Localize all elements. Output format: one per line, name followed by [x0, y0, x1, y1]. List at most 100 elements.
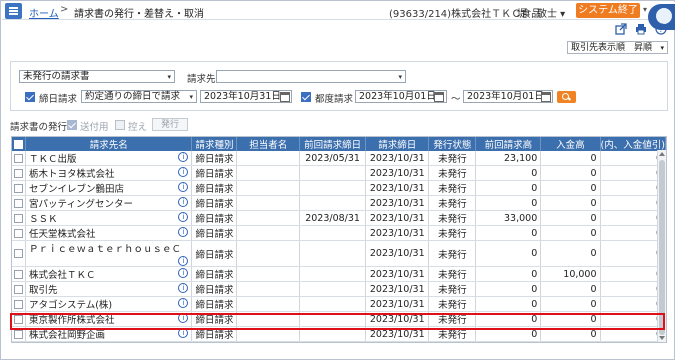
search-button[interactable]	[557, 91, 576, 103]
table-row[interactable]: ＴＫＣ物流株式会社i締日請求2023/10/31未発行000	[12, 341, 666, 342]
system-exit-button[interactable]: システム終了	[576, 3, 640, 18]
row-checkbox[interactable]	[14, 213, 23, 223]
row-checkbox-cell[interactable]	[12, 296, 26, 312]
table-row[interactable]: 任天堂株式会社i締日請求2023/10/31未発行000	[12, 225, 666, 241]
row-checkbox-cell[interactable]	[12, 195, 26, 211]
info-icon[interactable]: i	[178, 227, 189, 237]
sort-order-select[interactable]: 取引先表示順 昇順 ▾	[567, 41, 668, 54]
calendar-icon[interactable]	[434, 92, 444, 102]
column-header-staff[interactable]: 担当者名	[236, 137, 300, 151]
table-row[interactable]: セブンイレブン鶴田店i締日請求2023/10/31未発行000	[12, 180, 666, 196]
row-checkbox-cell[interactable]	[12, 165, 26, 181]
table-row[interactable]: アタゴシステム(株)i締日請求2023/10/31未発行000	[12, 296, 666, 312]
row-checkbox[interactable]	[14, 228, 23, 238]
column-header-type[interactable]: 請求種別	[191, 137, 238, 151]
table-row[interactable]: ＳＳＫ i 締日請求 2023/08/31 2023/10/31 未発行 33,000 00	[12, 210, 666, 226]
info-icon[interactable]: i	[178, 197, 189, 207]
closing-mode-select[interactable]: 約定通りの締日で請求 ▾	[81, 90, 197, 103]
info-icon[interactable]: i	[178, 283, 189, 293]
info-icon[interactable]: i	[178, 212, 189, 222]
row-checkbox-cell[interactable]	[12, 240, 26, 267]
row-checkbox[interactable]	[14, 269, 23, 279]
row-checkbox-cell[interactable]	[12, 180, 26, 196]
closing-billing-checkbox[interactable]	[25, 92, 35, 102]
column-header-close[interactable]: 請求締日	[365, 137, 430, 151]
row-checkbox[interactable]	[14, 168, 23, 178]
copy-checkbox[interactable]	[115, 120, 125, 130]
select-all-header[interactable]	[12, 137, 26, 151]
info-icon[interactable]: i	[178, 328, 189, 338]
row-checkbox[interactable]	[14, 284, 23, 294]
row-checkbox[interactable]	[14, 329, 23, 339]
cell-customer-name-text: アタゴシステム(株)	[29, 300, 113, 311]
cell-billing-type: 締日請求	[191, 165, 238, 181]
cell-discount: 0	[600, 210, 666, 226]
row-checkbox[interactable]	[14, 249, 23, 258]
table-row[interactable]: 株式会社岡野企画i締日請求2023/10/31未発行000	[12, 326, 666, 342]
info-icon[interactable]: i	[178, 152, 189, 162]
info-icon[interactable]: i	[178, 256, 189, 266]
cell-issue-status-text: 未発行	[438, 199, 467, 210]
each-billing-checkbox[interactable]	[301, 92, 311, 102]
status-filter-select[interactable]: 未発行の請求書 ▾	[19, 70, 175, 83]
info-icon[interactable]: i	[178, 313, 189, 323]
column-header-prev-amount[interactable]: 前回請求高	[475, 137, 542, 151]
calendar-icon[interactable]	[541, 92, 551, 102]
row-checkbox-cell[interactable]	[12, 326, 26, 342]
closing-date-value: 2023年10月31日	[204, 91, 281, 102]
calendar-icon[interactable]	[280, 92, 290, 102]
column-header-discount[interactable]: (内、入金値引)	[600, 137, 666, 151]
breadcrumb-home-link[interactable]: ホーム	[29, 5, 59, 20]
table-row[interactable]: 宮パッティングセンターi締日請求2023/10/31未発行000	[12, 195, 666, 211]
help-icon[interactable]: ?	[655, 23, 667, 35]
row-checkbox[interactable]	[14, 314, 23, 324]
column-header-status[interactable]: 発行状態	[428, 137, 477, 151]
row-checkbox-cell[interactable]	[12, 225, 26, 241]
issue-button[interactable]: 発行	[152, 118, 188, 131]
table-row[interactable]: 取引先i締日請求2023/10/31未発行000	[12, 281, 666, 297]
cell-close-date-text: 2023/10/31	[369, 283, 425, 295]
external-link-icon[interactable]	[615, 23, 627, 35]
user-menu[interactable]: 堤 敬士 ▾	[517, 5, 565, 20]
row-checkbox-cell[interactable]	[12, 311, 26, 327]
table-row[interactable]: 栃木トヨタ株式会社i締日請求2023/10/31未発行000	[12, 165, 666, 181]
info-icon[interactable]: i	[178, 167, 189, 177]
menu-icon[interactable]	[5, 3, 22, 19]
select-all-checkbox[interactable]	[14, 139, 23, 149]
vertical-scrollbar[interactable]	[657, 150, 666, 342]
row-checkbox-cell[interactable]	[12, 281, 26, 297]
column-header-customer[interactable]: 請求先名	[25, 137, 193, 151]
info-icon[interactable]: i	[178, 182, 189, 192]
print-icon[interactable]	[635, 23, 647, 35]
scroll-down-arrow-icon[interactable]	[659, 336, 665, 340]
cell-staff	[236, 240, 300, 267]
table-row[interactable]: 株式会社ＴＫＣi締日請求2023/10/31未発行010,0000	[12, 266, 666, 282]
cell-prev-close-date-text: 2023/05/31	[305, 152, 360, 164]
scroll-up-arrow-icon[interactable]	[659, 152, 665, 156]
customer-select[interactable]: ▾	[216, 70, 406, 83]
row-checkbox[interactable]	[14, 183, 23, 193]
cell-billing-type-text: 締日請求	[195, 229, 234, 240]
info-icon[interactable]: i	[178, 298, 189, 308]
row-checkbox[interactable]	[14, 299, 23, 309]
row-checkbox-cell[interactable]	[12, 151, 26, 166]
row-checkbox-cell[interactable]	[12, 266, 26, 282]
row-checkbox-cell[interactable]	[12, 210, 26, 226]
scrollbar-thumb[interactable]	[659, 160, 665, 335]
table-row[interactable]: 東京製作所株式会社i締日請求2023/10/31未発行000	[12, 311, 666, 327]
cell-prev-amount: 23,100	[475, 151, 542, 166]
sent-copy-checkbox[interactable]	[67, 120, 77, 130]
table-row[interactable]: ＰｒｉｃｅｗａｔｅｒｈｏｕｓｅＣi締日請求2023/10/31未発行000	[12, 240, 666, 267]
closing-date-field[interactable]: 2023年10月31日	[200, 90, 292, 103]
cell-close-date-text: 2023/10/31	[369, 197, 425, 209]
row-checkbox-cell[interactable]	[12, 341, 26, 342]
row-checkbox[interactable]	[14, 198, 23, 208]
cell-staff	[236, 266, 300, 282]
exit-dropdown-arrow[interactable]: ▾	[643, 5, 647, 14]
each-to-date-field[interactable]: 2023年10月01日	[463, 90, 553, 103]
info-icon[interactable]: i	[178, 268, 189, 278]
column-header-prev-close[interactable]: 前回請求締日	[299, 137, 367, 151]
row-checkbox[interactable]	[14, 153, 23, 163]
column-header-paid[interactable]: 入金高	[540, 137, 601, 151]
table-row[interactable]: ＴＫＣ出版 i 締日請求 2023/05/31 2023/10/31 未発行 23,100 0…	[12, 151, 666, 166]
